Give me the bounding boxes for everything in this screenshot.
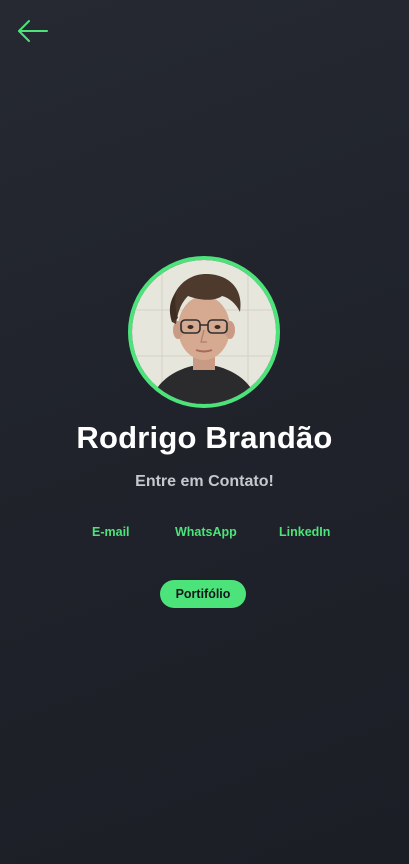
linkedin-link[interactable]: LinkedIn — [279, 524, 330, 540]
profile-name: Rodrigo Brandão — [76, 420, 333, 455]
profile-photo — [132, 260, 276, 404]
email-link[interactable]: E-mail — [92, 524, 130, 540]
portfolio-button[interactable]: Portifólio — [160, 580, 246, 608]
whatsapp-link[interactable]: WhatsApp — [175, 524, 237, 540]
arrow-left-icon — [18, 20, 48, 42]
avatar — [128, 256, 280, 408]
back-button[interactable] — [16, 18, 50, 44]
contact-heading: Entre em Contato! — [135, 473, 274, 490]
